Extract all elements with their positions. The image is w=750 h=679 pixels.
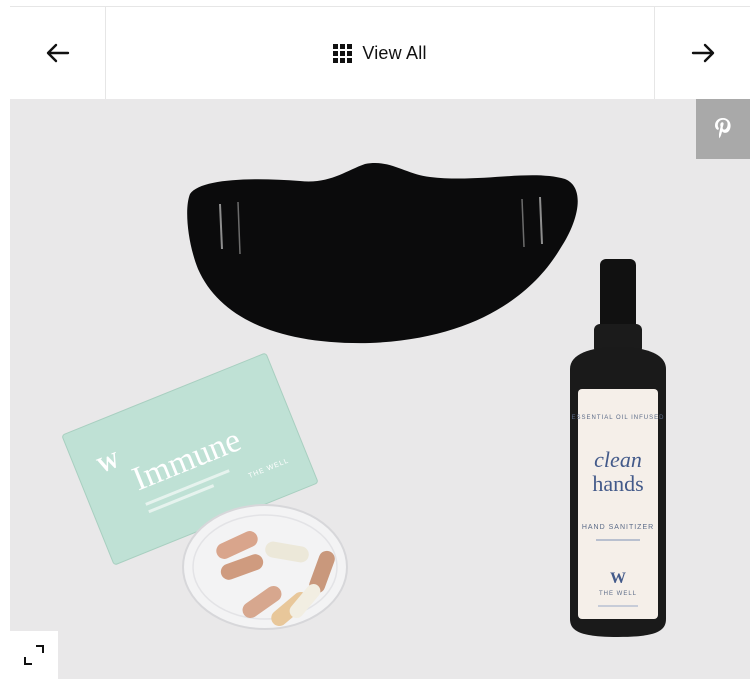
bottle-title-line1: clean <box>594 447 642 472</box>
expand-button[interactable] <box>10 631 58 679</box>
pinterest-icon <box>715 118 731 139</box>
arrow-right-icon <box>691 43 714 63</box>
bottle-brand-name: THE WELL <box>599 591 637 597</box>
previous-button[interactable] <box>10 7 106 99</box>
arrow-left-icon <box>46 43 69 63</box>
grid-icon <box>333 43 353 63</box>
pinterest-button[interactable] <box>696 99 750 159</box>
product-image[interactable]: W Immune THE WELL ESSENTIAL OIL INFUSED <box>10 99 750 679</box>
view-all-button[interactable]: View All <box>106 7 654 99</box>
sanitizer-bottle: ESSENTIAL OIL INFUSED clean hands HAND S… <box>570 259 666 637</box>
product-photo: W Immune THE WELL ESSENTIAL OIL INFUSED <box>62 162 666 637</box>
bottle-brand-logo: W <box>610 570 626 587</box>
expand-icon <box>24 645 44 665</box>
pill-dish <box>182 504 348 630</box>
bottle-top-label: ESSENTIAL OIL INFUSED <box>572 415 665 421</box>
view-all-label: View All <box>362 42 427 63</box>
bottle-title-line2: hands <box>592 471 643 496</box>
gallery-nav: View All <box>10 6 750 100</box>
next-button[interactable] <box>654 7 750 99</box>
face-mask <box>187 162 578 344</box>
bottle-subtitle: HAND SANITIZER <box>582 524 654 531</box>
